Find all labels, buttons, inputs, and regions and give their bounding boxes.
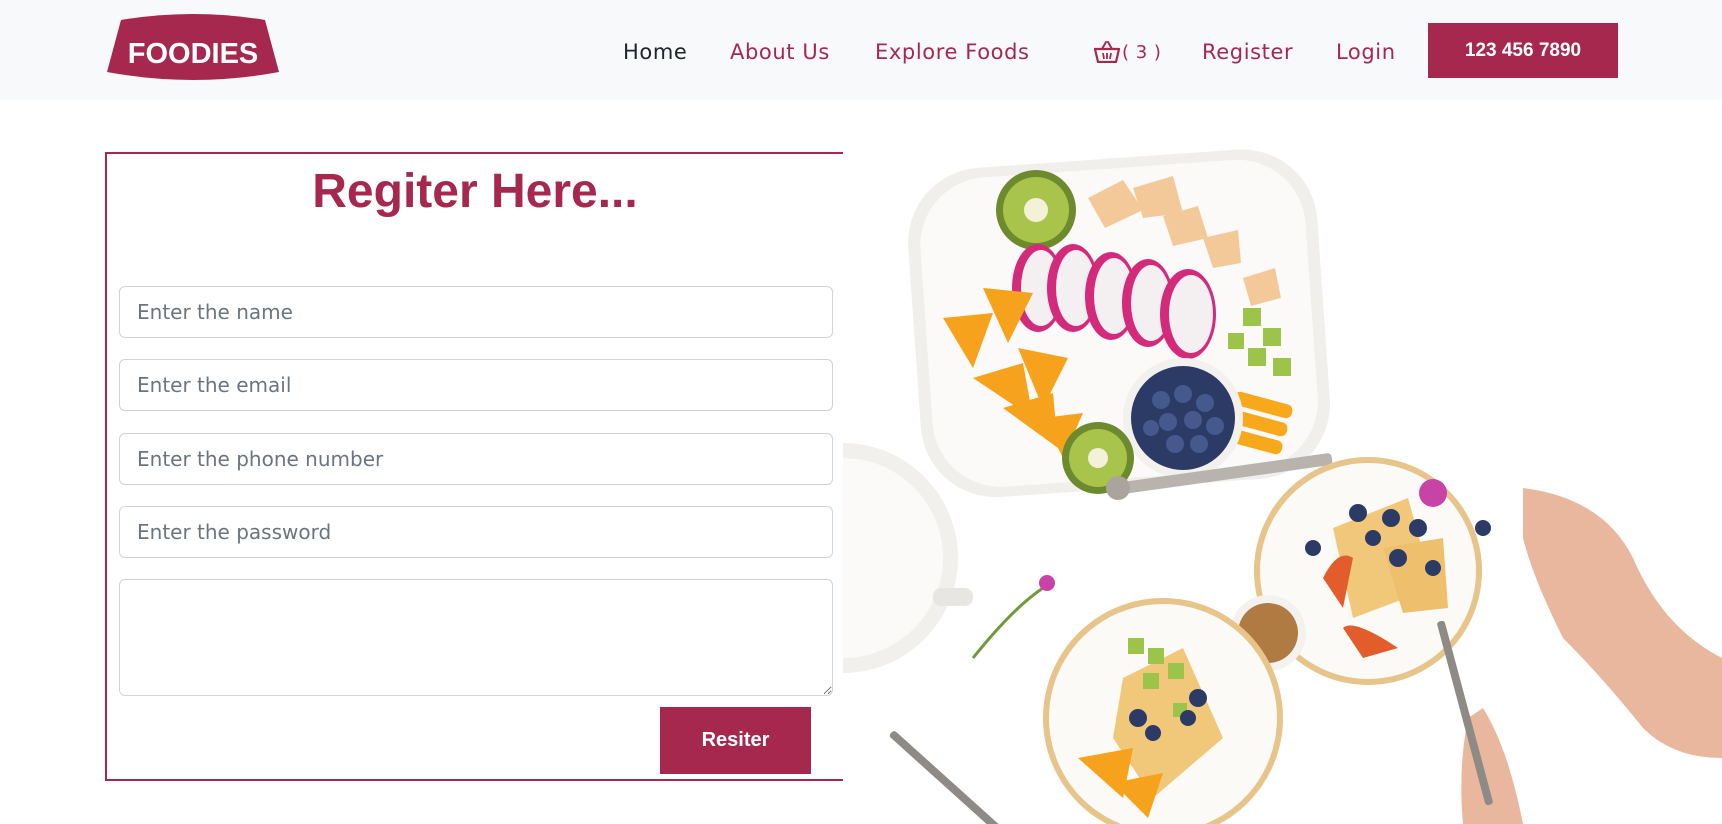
basket-icon: [1094, 41, 1120, 63]
phone-input[interactable]: [119, 433, 833, 485]
email-input[interactable]: [119, 359, 833, 411]
name-input[interactable]: [119, 286, 833, 338]
nav-explore-foods[interactable]: Explore Foods: [875, 38, 1030, 66]
message-textarea[interactable]: [119, 579, 833, 696]
nav-login[interactable]: Login: [1336, 38, 1396, 66]
register-submit-button[interactable]: Resiter: [660, 707, 811, 774]
cart-count: ( 3 ): [1122, 41, 1162, 63]
nav-register[interactable]: Register: [1202, 38, 1293, 66]
cart-link[interactable]: ( 3 ): [1094, 38, 1161, 66]
food-platter-image: [843, 118, 1722, 824]
brand-logo-text: FOODIES: [128, 38, 259, 70]
navbar: FOODIES Home About Us Explore Foods ( 3 …: [0, 0, 1722, 100]
nav-about-us[interactable]: About Us: [730, 38, 830, 66]
brand-logo[interactable]: FOODIES: [107, 14, 279, 86]
password-input[interactable]: [119, 506, 833, 558]
form-title: Regiter Here...: [312, 165, 638, 218]
register-form: Regiter Here... Resiter: [105, 152, 845, 781]
nav-home[interactable]: Home: [623, 38, 687, 66]
phone-button[interactable]: 123 456 7890: [1428, 23, 1618, 78]
